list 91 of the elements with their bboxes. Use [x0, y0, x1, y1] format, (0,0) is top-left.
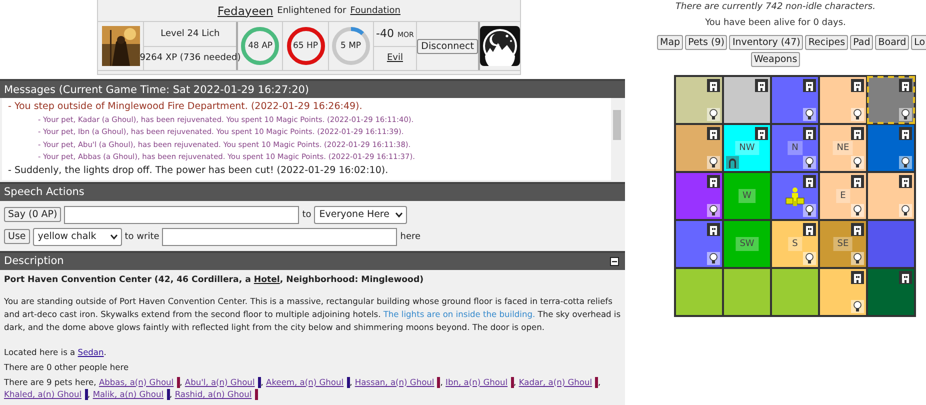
write-label: to write: [124, 232, 160, 242]
faction-link[interactable]: Foundation: [350, 6, 400, 16]
message-line: - Suddenly, the lights drop off. The power has been cut! (2022-01-29 16:02:10).: [8, 164, 390, 178]
nav-button[interactable]: Weapons: [750, 52, 800, 67]
xp-text: 9264 XP (736 needed): [140, 53, 241, 64]
map-tile[interactable]: [723, 76, 771, 124]
moon-logo-icon: [480, 26, 520, 66]
map-tile[interactable]: NW: [723, 124, 771, 172]
direction-label[interactable]: W: [738, 189, 756, 203]
map-tile[interactable]: SW: [723, 220, 771, 268]
character-name-link[interactable]: Fedayeen: [218, 4, 274, 18]
meter-label: 5 MP: [340, 41, 362, 51]
chevron-down-icon: [395, 212, 404, 218]
nav-button[interactable]: Pad: [850, 35, 874, 50]
meter-label: 48 AP: [248, 41, 273, 51]
pets-text: There are 9 pets here, Abbas, a(n) Ghoul , Abu'l, a(n) Ghoul , Akeem, a(n) Ghoul , Hassan, a(n) Ghoul , Ibn, a(n) Ghoul , Kadar, a(n) Ghoul , Khaled, a(n) Ghoul , Malik, a(n) Ghoul , Rashid, a(n) Ghoul: [4, 376, 602, 400]
nav-button[interactable]: Board: [875, 35, 910, 50]
map-tile[interactable]: [867, 76, 915, 124]
direction-label[interactable]: S: [788, 237, 802, 251]
pet-link[interactable]: Kadar, a(n) Ghoul: [518, 376, 592, 387]
map-tile[interactable]: [771, 76, 819, 124]
nav-button[interactable]: Lo: [911, 35, 926, 50]
to-label: to: [302, 210, 312, 220]
map-tile[interactable]: [867, 268, 915, 316]
map-tile[interactable]: [819, 76, 867, 124]
sedan-link[interactable]: Sedan: [78, 346, 104, 357]
disconnect-button[interactable]: Disconnect: [417, 38, 478, 54]
meter-ring: [330, 26, 371, 66]
collapse-icon[interactable]: [610, 256, 619, 266]
map-tile[interactable]: [675, 124, 723, 172]
map-tile[interactable]: N: [771, 124, 819, 172]
description-heading: Description: [4, 255, 64, 268]
characters-count-text: There are currently 742 non-idle characters.: [676, 2, 876, 12]
map-tile[interactable]: [675, 220, 723, 268]
say-button[interactable]: Say (0 AP): [4, 207, 62, 222]
map-tile[interactable]: [819, 268, 867, 316]
people-text: There are 0 other people here: [4, 360, 130, 373]
direction-label[interactable]: SW: [736, 237, 758, 251]
item-dropdown[interactable]: yellow chalk: [32, 228, 122, 246]
pet-link[interactable]: Malik, a(n) Ghoul: [92, 388, 164, 399]
messages-heading: Messages (Current Game Time: Sat 2022-01-29 16:27:20): [4, 84, 310, 96]
scrollbar[interactable]: [611, 98, 623, 180]
map-tile[interactable]: [675, 268, 723, 316]
target-dropdown[interactable]: Everyone Here: [314, 206, 408, 224]
alignment-link[interactable]: Evil: [386, 53, 403, 64]
map-tile[interactable]: [675, 172, 723, 220]
map-tile[interactable]: [771, 268, 819, 316]
nav-button[interactable]: Inventory (47): [729, 35, 804, 50]
description-paragraph: You are standing outside of Port Haven Convention Center. This is a massive, rectangular building whose ground floor is faced in terra-cotta reliefs and art-deco cast iron. Skywalks extend from the second floor to multiple adjoining hotels. The lights are on inside the building. The sky overhead is dark, and the dome above glows faintly with reflected light from the city below and shimmering moons beyond. The door is open.: [4, 294, 621, 334]
direction-label[interactable]: N: [788, 141, 802, 155]
meter-label: 65 HP: [293, 41, 318, 51]
map-tile[interactable]: [675, 76, 723, 124]
map-tile[interactable]: NE: [819, 124, 867, 172]
speech-heading: Speech Actions: [4, 186, 84, 198]
direction-label[interactable]: NE: [832, 141, 854, 155]
hotel-link[interactable]: Hotel: [254, 274, 280, 285]
map-tile[interactable]: SE: [819, 220, 867, 268]
use-button[interactable]: Use: [4, 229, 30, 244]
pet-link[interactable]: Abu'l, a(n) Ghoul: [184, 376, 255, 387]
meter-ring: [240, 26, 280, 66]
map-tile[interactable]: [867, 124, 915, 172]
write-input-field[interactable]: [162, 228, 398, 246]
meter-ring: [286, 26, 326, 66]
direction-label[interactable]: E: [836, 189, 850, 203]
here-label: here: [400, 232, 421, 242]
located-text: Located here is a Sedan.: [4, 346, 108, 358]
alive-text: You have been alive for 0 days.: [705, 18, 846, 28]
map-tile[interactable]: E: [819, 172, 867, 220]
nav-button[interactable]: Pets (9): [685, 35, 728, 50]
chevron-down-icon: [110, 234, 118, 240]
direction-label[interactable]: SE: [833, 237, 853, 251]
pet-link[interactable]: Akeem, a(n) Ghoul: [266, 376, 344, 387]
title-text: Enlightened for: [277, 6, 346, 16]
location-title: Port Haven Convention Center (42, 46 Cordillera, a Hotel, Neighborhood: Minglewood): [4, 274, 425, 285]
map-tile[interactable]: [867, 220, 915, 268]
map-tile[interactable]: W: [723, 172, 771, 220]
map-tile[interactable]: [771, 172, 819, 220]
message-line: - You step outside of Minglewood Fire Department. (2022-01-29 16:26:49).: [8, 100, 364, 114]
pet-link[interactable]: Ibn, a(n) Ghoul: [446, 376, 508, 387]
pet-link[interactable]: Abbas, a(n) Ghoul: [98, 376, 174, 387]
level-text: Level 24 Lich: [160, 28, 220, 39]
pet-link[interactable]: Rashid, a(n) Ghoul: [174, 388, 252, 399]
map-tile[interactable]: [723, 268, 771, 316]
pet-link[interactable]: Khaled, a(n) Ghoul: [4, 388, 82, 399]
say-input-field[interactable]: [64, 206, 300, 224]
nav-button[interactable]: Map: [657, 35, 684, 50]
pet-link[interactable]: Hassan, a(n) Ghoul: [354, 376, 434, 387]
nav-button[interactable]: Recipes: [805, 35, 848, 50]
map-tile[interactable]: [867, 172, 915, 220]
direction-label[interactable]: NW: [735, 141, 759, 155]
map-tile[interactable]: S: [771, 220, 819, 268]
